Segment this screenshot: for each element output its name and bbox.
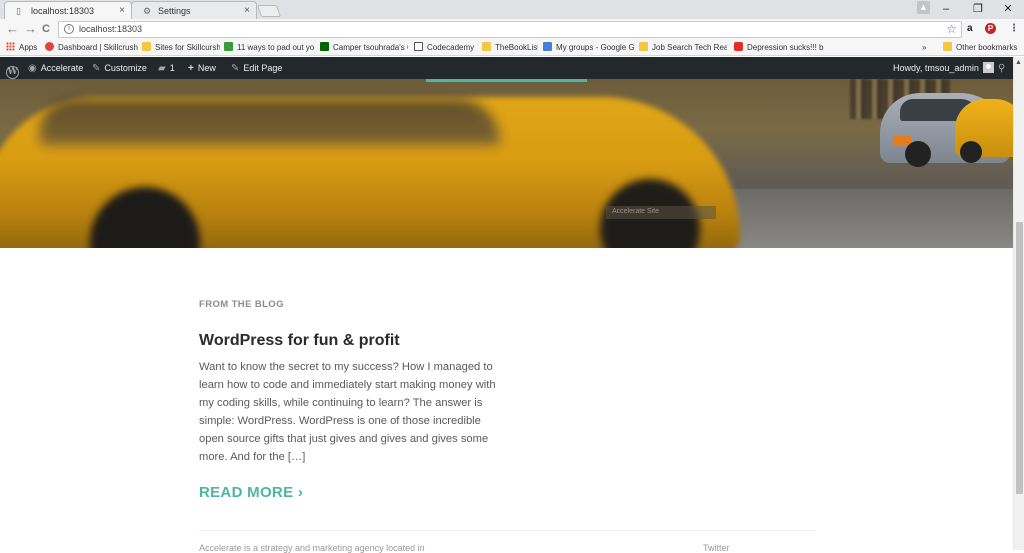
bookmarks-overflow-button[interactable]: »	[922, 41, 934, 55]
bookmark-label: Depression sucks!!! b	[747, 43, 824, 52]
folder-icon	[142, 42, 151, 51]
page-scrollbar[interactable]: ▲	[1013, 57, 1024, 550]
bookmark-skillcrush[interactable]: Dashboard | Skillcrush	[45, 41, 138, 55]
right-taxi-wheel	[960, 141, 982, 163]
section-divider	[199, 530, 816, 531]
apps-grid-icon	[6, 42, 15, 51]
wp-new[interactable]: + New	[188, 57, 216, 79]
folder-icon	[943, 42, 952, 51]
comment-icon: ▰	[158, 63, 166, 74]
bookmark-label: Sites for Skillcursh	[155, 43, 220, 52]
tab-close-icon[interactable]: ×	[119, 5, 125, 16]
restore-button[interactable]: ❐	[964, 2, 992, 16]
skillcrush-icon	[45, 42, 54, 51]
site-info-icon[interactable]: i	[64, 24, 74, 34]
bookmark-sites-for-skillcrush[interactable]: Sites for Skillcursh	[142, 41, 220, 55]
bookmark-star-icon[interactable]: ☆	[946, 22, 957, 36]
bookmark-label: Camper tsouhrada's C	[333, 43, 408, 52]
silver-car-wheel	[905, 141, 931, 167]
plus-icon: +	[188, 63, 194, 74]
blog-post-title[interactable]: WordPress for fun & profit	[199, 332, 400, 350]
bookmark-label: Other bookmarks	[956, 43, 1018, 52]
minimize-button[interactable]: –	[932, 2, 960, 16]
bookmark-label: Codecademy	[427, 43, 475, 52]
scrollbar-thumb[interactable]	[1016, 222, 1023, 494]
address-text: localhost:18303	[79, 24, 143, 34]
dashboard-icon: ◉	[28, 63, 37, 74]
tab-close-icon[interactable]: ×	[244, 5, 250, 16]
blog-section-kicker: FROM THE BLOG	[199, 299, 284, 310]
bookmark-codecademy[interactable]: Codecademy	[414, 41, 478, 55]
wp-site-name[interactable]: ◉ Accelerate	[28, 57, 83, 79]
hero-faded-label: Accelerate Site	[606, 206, 716, 219]
wp-search-button[interactable]: ⚲	[998, 57, 1005, 79]
new-tab-button[interactable]	[256, 5, 282, 17]
bookmark-11-ways[interactable]: 11 ways to pad out yo	[224, 41, 315, 55]
folder-icon	[639, 42, 648, 51]
bookmark-apps[interactable]: Apps	[6, 41, 42, 55]
scroll-up-arrow-icon[interactable]: ▲	[1015, 59, 1022, 66]
blog-post-excerpt: Want to know the secret to my success? H…	[199, 361, 496, 463]
howdy-label: Howdy, tmsou_admin	[893, 63, 979, 73]
address-bar[interactable]: i localhost:18303 ☆	[58, 21, 962, 38]
close-window-button[interactable]: ✕	[994, 2, 1022, 16]
customize-label: Customize	[104, 63, 147, 73]
bookmark-label: 11 ways to pad out yo	[237, 43, 315, 52]
bookmark-label: My groups - Google G	[556, 43, 634, 52]
bookmark-job-search[interactable]: Job Search Tech Read	[639, 41, 727, 55]
tab-title: Settings	[158, 6, 191, 16]
wordpress-icon: W	[6, 66, 19, 79]
wp-my-account[interactable]: Howdy, tmsou_admin	[893, 57, 994, 79]
profile-icon[interactable]: ▲	[917, 1, 930, 14]
site-name-label: Accelerate	[40, 63, 84, 73]
freecodecamp-icon	[320, 42, 329, 51]
search-icon: ⚲	[998, 63, 1006, 74]
browser-tab-strip: ▯ localhost:18303 × ⚙ Settings × ▲ – ❐ ✕	[0, 0, 1024, 19]
reload-button[interactable]: C	[42, 22, 50, 36]
footer-about-text: Accelerate is a strategy and marketing a…	[199, 543, 425, 553]
pinterest-extension-icon[interactable]: P	[985, 23, 996, 34]
bookmark-google-groups[interactable]: My groups - Google G	[543, 41, 634, 55]
edit-page-label: Edit Page	[243, 63, 283, 73]
codecademy-icon	[414, 42, 423, 51]
page-icon: ▯	[16, 6, 21, 16]
browser-tab-localhost[interactable]: ▯ localhost:18303 ×	[4, 1, 132, 19]
bookmark-label: Dashboard | Skillcrush	[58, 43, 138, 52]
forward-button[interactable]: →	[24, 22, 37, 36]
bookmark-label: TheBookList	[495, 43, 538, 52]
comments-count: 1	[169, 63, 175, 73]
taxi-window	[40, 99, 500, 145]
new-label: New	[197, 63, 216, 73]
read-more-link[interactable]: READ MORE ›	[199, 484, 303, 501]
bookmark-camper[interactable]: Camper tsouhrada's C	[320, 41, 408, 55]
wp-customize[interactable]: ✎ Customize	[92, 57, 147, 79]
wp-admin-bar: W ◉ Accelerate ✎ Customize ▰ 1 + New ✎ Edit P…	[0, 57, 1013, 79]
hero-accent-bar	[426, 79, 587, 82]
pencil-icon: ✎	[231, 63, 240, 74]
brush-icon: ✎	[92, 63, 101, 74]
bookmark-label: Job Search Tech Read	[652, 43, 727, 52]
gear-icon: ⚙	[143, 6, 152, 16]
bookmark-thebooklist[interactable]: TheBookList	[482, 41, 538, 55]
browser-tab-settings[interactable]: ⚙ Settings ×	[131, 1, 257, 19]
browser-toolbar: ← → C i localhost:18303 ☆ a P ⋮	[0, 19, 1024, 40]
menu-kebab-icon[interactable]: ⋮	[1009, 23, 1019, 35]
wordpress-logo-button[interactable]: W	[6, 57, 19, 79]
footer-twitter-heading: Twitter	[703, 543, 730, 553]
bookmark-other-bookmarks[interactable]: Other bookmarks	[943, 41, 1021, 55]
wp-edit-page[interactable]: ✎ Edit Page	[231, 57, 282, 79]
hero-image-taxi: Accelerate Site	[0, 79, 1013, 248]
google-groups-icon	[543, 42, 552, 51]
bookmark-depression-sucks[interactable]: Depression sucks!!! b	[734, 41, 824, 55]
tab-title: localhost:18303	[31, 6, 95, 16]
back-button[interactable]: ←	[6, 22, 19, 36]
youtube-icon	[734, 42, 743, 51]
wp-comments[interactable]: ▰ 1	[158, 57, 175, 79]
bookmark-icon	[224, 42, 233, 51]
avatar	[982, 62, 994, 73]
bookmarks-bar: Apps Dashboard | Skillcrush Sites for Sk…	[0, 40, 1024, 56]
amazon-extension-icon[interactable]: a	[967, 23, 973, 35]
folder-icon	[482, 42, 491, 51]
bookmark-label: Apps	[19, 43, 38, 52]
